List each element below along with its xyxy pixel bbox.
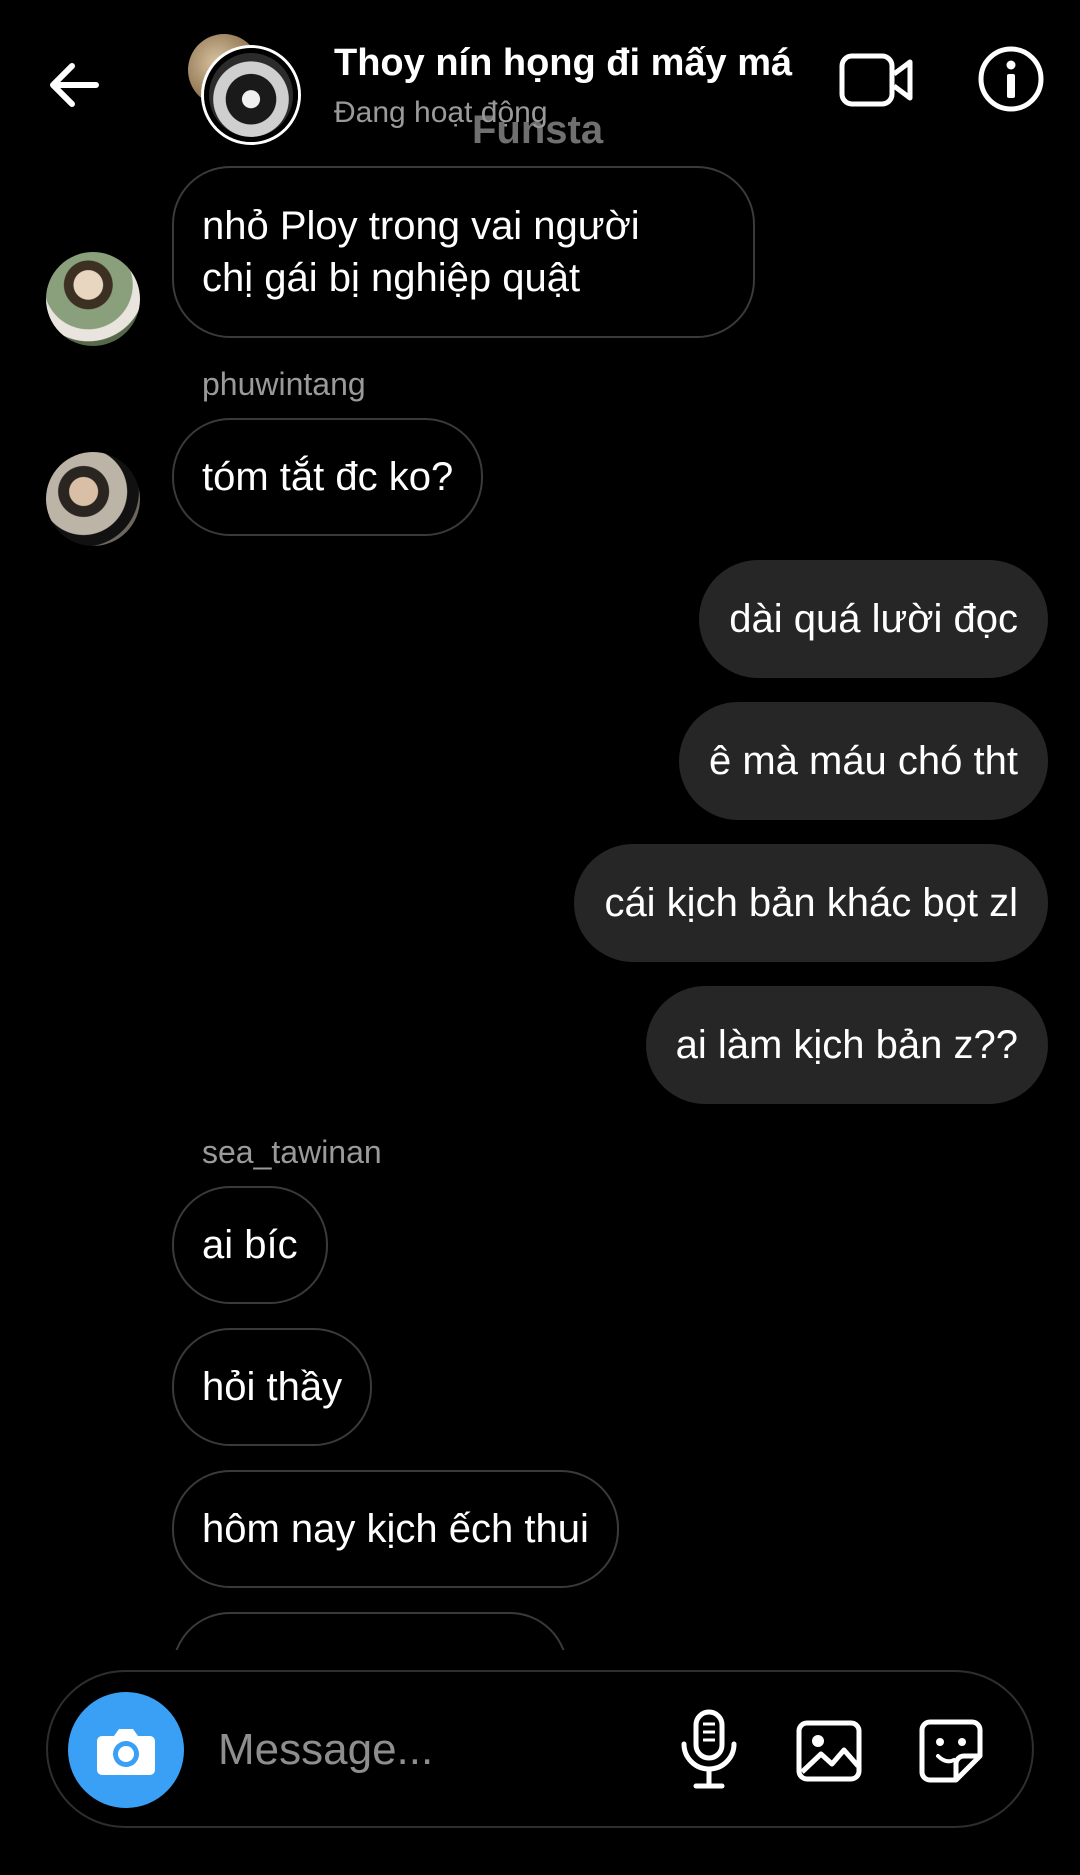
chat-header: Thoy nín họng đi mấy má Đang hoạt động F… bbox=[0, 0, 1080, 160]
back-arrow-icon[interactable] bbox=[44, 55, 104, 115]
message-input[interactable] bbox=[216, 1712, 670, 1788]
sender-name: phuwintang bbox=[202, 366, 366, 402]
message-bubble-outgoing[interactable]: cái kịch bản khác bọt zl bbox=[574, 844, 1048, 962]
message-bubble-incoming[interactable]: hôm nay kịch ếch thui bbox=[172, 1470, 619, 1588]
microphone-icon[interactable] bbox=[676, 1708, 742, 1792]
video-call-icon[interactable] bbox=[838, 48, 916, 112]
chat-title[interactable]: Thoy nín họng đi mấy má bbox=[334, 42, 792, 85]
group-avatar-primary bbox=[204, 48, 298, 142]
message-bubble-incoming[interactable]: nhỏ Ploy trong vai người chị gái bị nghi… bbox=[172, 166, 755, 338]
sender-avatar[interactable] bbox=[46, 452, 140, 546]
camera-icon[interactable] bbox=[68, 1692, 184, 1808]
message-bubble-outgoing[interactable]: ê mà máu chó tht bbox=[678, 702, 1048, 820]
message-composer bbox=[46, 1670, 1034, 1828]
message-bubble-outgoing[interactable]: ai làm kịch bản z?? bbox=[645, 986, 1048, 1104]
group-avatar[interactable] bbox=[188, 34, 300, 142]
sticker-icon[interactable] bbox=[916, 1716, 986, 1786]
gallery-icon[interactable] bbox=[794, 1716, 864, 1786]
sender-avatar[interactable] bbox=[46, 252, 140, 346]
message-bubble-outgoing[interactable]: dài quá lười đọc bbox=[699, 560, 1048, 678]
message-bubble-partial[interactable] bbox=[172, 1612, 568, 1650]
message-bubble-incoming[interactable]: hỏi thầy bbox=[172, 1328, 373, 1446]
sender-name: sea_tawinan bbox=[202, 1134, 382, 1170]
watermark: Funsta bbox=[472, 108, 604, 152]
info-icon[interactable] bbox=[976, 44, 1046, 114]
message-bubble-incoming[interactable]: ai bíc bbox=[172, 1186, 328, 1304]
message-bubble-incoming[interactable]: tóm tắt đc ko? bbox=[172, 418, 484, 536]
